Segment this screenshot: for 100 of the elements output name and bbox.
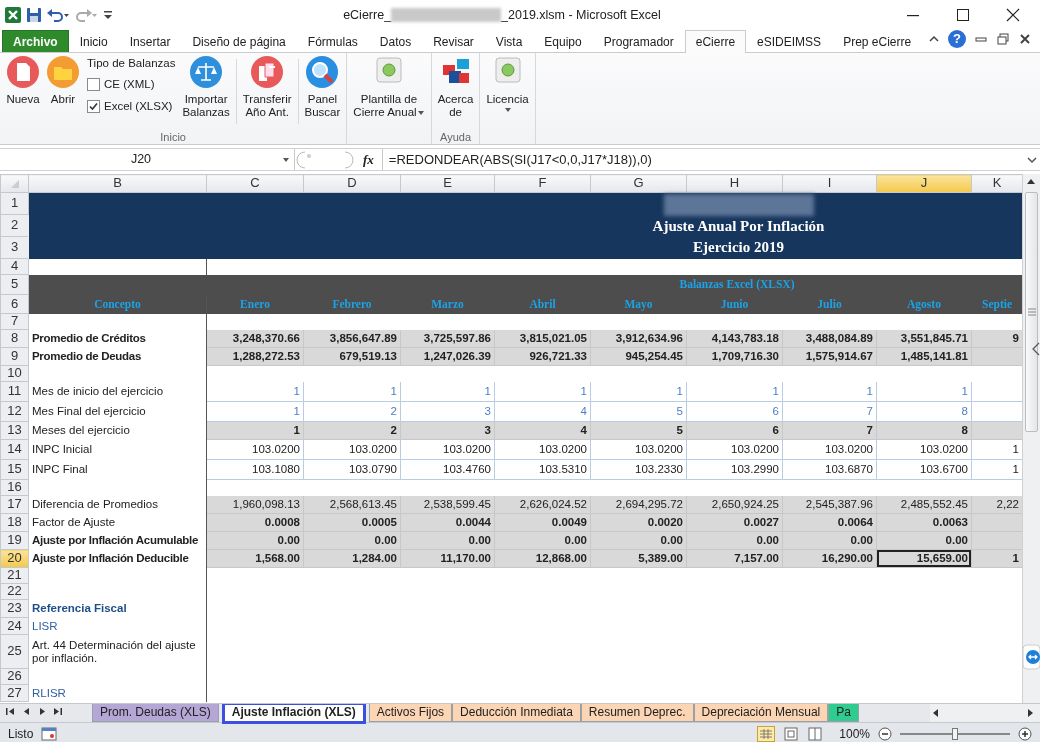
table-cell[interactable]: 3,725,597.86 (400, 329, 495, 348)
slider-thumb[interactable] (952, 727, 958, 740)
zoom-in-icon[interactable] (1018, 726, 1032, 741)
sheet-tab[interactable]: Activos Fijos (368, 704, 453, 722)
column-header[interactable]: J (876, 174, 972, 193)
ribbon-button[interactable]: Nueva (3, 55, 43, 130)
sheet-tab[interactable]: Depreciación Mensual (693, 704, 829, 722)
table-cell[interactable]: 2,485,552.45 (876, 495, 972, 514)
scrollbar-thumb[interactable] (1025, 192, 1038, 432)
table-cell[interactable]: 2,545,387.96 (782, 495, 877, 514)
table-cell[interactable]: 2,694,295.72 (590, 495, 687, 514)
table-cell[interactable]: 4,143,783.18 (686, 329, 783, 348)
checkbox-label[interactable]: CE (XML) (104, 76, 155, 94)
table-cell[interactable]: 1 (400, 381, 495, 402)
vertical-scrollbar[interactable] (1022, 174, 1040, 703)
ribbon-button[interactable]: Licencia (483, 55, 532, 130)
column-header[interactable]: E (400, 174, 495, 193)
table-cell[interactable]: 1 (686, 381, 783, 402)
row-header[interactable]: 25 (0, 634, 29, 669)
row-header[interactable]: 5 (0, 274, 29, 295)
ribbon-tab[interactable]: Vista (484, 30, 534, 52)
table-cell[interactable]: 1 (494, 381, 591, 402)
table-cell[interactable]: 2,626,024.52 (494, 495, 591, 514)
ribbon-tab[interactable]: Diseño de página (181, 30, 297, 52)
ribbon-button[interactable]: Abrir (43, 55, 83, 130)
page-layout-icon[interactable] (783, 725, 800, 742)
horizontal-scrollbar[interactable] (930, 704, 1040, 722)
ribbon-tab[interactable]: eSIDEIMSS (746, 30, 833, 52)
restore-icon[interactable] (996, 32, 1010, 46)
close-icon[interactable] (1018, 32, 1032, 46)
table-cell[interactable]: 1 (303, 381, 401, 402)
ribbon-tab[interactable]: Inicio (68, 30, 119, 52)
table-cell[interactable]: 3,912,634.96 (590, 329, 687, 348)
column-header[interactable]: F (494, 174, 591, 193)
row-header[interactable]: 12 (0, 401, 29, 422)
checkbox[interactable] (87, 99, 100, 113)
ribbon-button[interactable]: Plantilla de Cierre Anual (350, 55, 428, 130)
page-break-icon[interactable] (807, 725, 824, 742)
table-cell[interactable]: 2,650,924.25 (686, 495, 783, 514)
row-header[interactable]: 11 (0, 381, 29, 402)
table-cell[interactable]: 3,856,647.89 (303, 329, 401, 348)
ribbon-tab[interactable]: Programador (592, 30, 685, 52)
table-cell[interactable]: 1 (206, 381, 304, 402)
formula-field[interactable]: =REDONDEAR(ABS(SI(J17<0,0,J17*J18)),0) (381, 149, 1024, 170)
ribbon-button[interactable]: Transferir Año Ant. (239, 55, 295, 130)
ribbon-tab[interactable]: Equipo (533, 30, 593, 52)
table-cell[interactable]: 3,488,084.89 (782, 329, 877, 348)
table-cell[interactable]: 1 (876, 381, 972, 402)
ribbon-tab[interactable]: Fórmulas (296, 30, 369, 52)
zoom-level: 100% (839, 725, 870, 742)
column-header[interactable]: K (971, 174, 1022, 193)
macro-record-icon[interactable] (41, 726, 58, 741)
ribbon-button[interactable]: Acerca de (434, 55, 477, 130)
ribbon-tab[interactable]: eCierre (684, 30, 747, 53)
remote-control-icon[interactable] (1022, 644, 1040, 670)
ribbon-tab[interactable]: Prep eCierre (832, 30, 923, 52)
row-header[interactable]: 3 (0, 236, 29, 259)
table-cell[interactable]: 9 (971, 329, 1022, 348)
row-header[interactable]: 14 (0, 439, 29, 460)
table-cell[interactable]: 1 (782, 381, 877, 402)
table-cell[interactable]: 3,551,845.71 (876, 329, 972, 348)
zoom-out-icon[interactable] (878, 726, 892, 741)
column-header[interactable]: G (590, 174, 687, 193)
column-header[interactable]: H (686, 174, 783, 193)
row-header[interactable]: 1 (0, 192, 29, 215)
insert-function-button[interactable]: fx (355, 149, 382, 170)
table-cell[interactable]: 2,568,613.45 (303, 495, 401, 514)
table-cell[interactable]: 3,815,021.05 (494, 329, 591, 348)
sheet-tab[interactable]: Resumen Deprec. (580, 704, 694, 722)
column-header[interactable]: D (303, 174, 401, 193)
file-menu-tab[interactable]: Archivo (2, 30, 69, 52)
sheet-tab[interactable]: Deducción Inmediata (452, 704, 581, 722)
column-header[interactable]: B (28, 174, 207, 193)
ribbon-tab[interactable]: Revisar (422, 30, 485, 52)
column-header[interactable]: I (782, 174, 877, 193)
save-icon[interactable] (26, 7, 42, 23)
row-header[interactable]: 2 (0, 214, 29, 237)
side-panel-icon[interactable] (1032, 342, 1040, 356)
reference-label: LISR (28, 617, 207, 635)
reference-label: RLISR (28, 684, 207, 702)
table-cell[interactable]: 1,960,098.13 (206, 495, 304, 514)
table-cell[interactable]: 2,22 (971, 495, 1022, 514)
row-header[interactable]: 15 (0, 459, 29, 480)
ribbon-button[interactable]: Importar Balanzas (179, 55, 233, 130)
checkbox-label[interactable]: Excel (XLSX) (104, 97, 173, 115)
ribbon-button[interactable]: Panel Buscar (301, 55, 344, 130)
ribbon-tab[interactable]: Datos (368, 30, 423, 52)
ribbon-tab[interactable]: Insertar (118, 30, 182, 52)
sheet-tab[interactable]: Pa (828, 704, 859, 722)
sheet-tab[interactable]: Prom. Deudas (XLS) (92, 704, 219, 722)
undo-icon[interactable] (46, 7, 70, 23)
checkbox[interactable] (87, 78, 100, 92)
name-box[interactable]: J20 (0, 150, 282, 169)
table-cell[interactable]: 1 (590, 381, 687, 402)
table-cell[interactable]: 3,248,370.66 (206, 329, 304, 348)
spreadsheet-logo-icon[interactable] (4, 6, 22, 24)
help-button[interactable]: ? (948, 30, 966, 48)
sheet-tab[interactable]: Ajuste Inflación (XLS) (221, 704, 366, 724)
column-header[interactable]: C (206, 174, 304, 193)
table-cell[interactable]: 2,538,599.45 (400, 495, 495, 514)
